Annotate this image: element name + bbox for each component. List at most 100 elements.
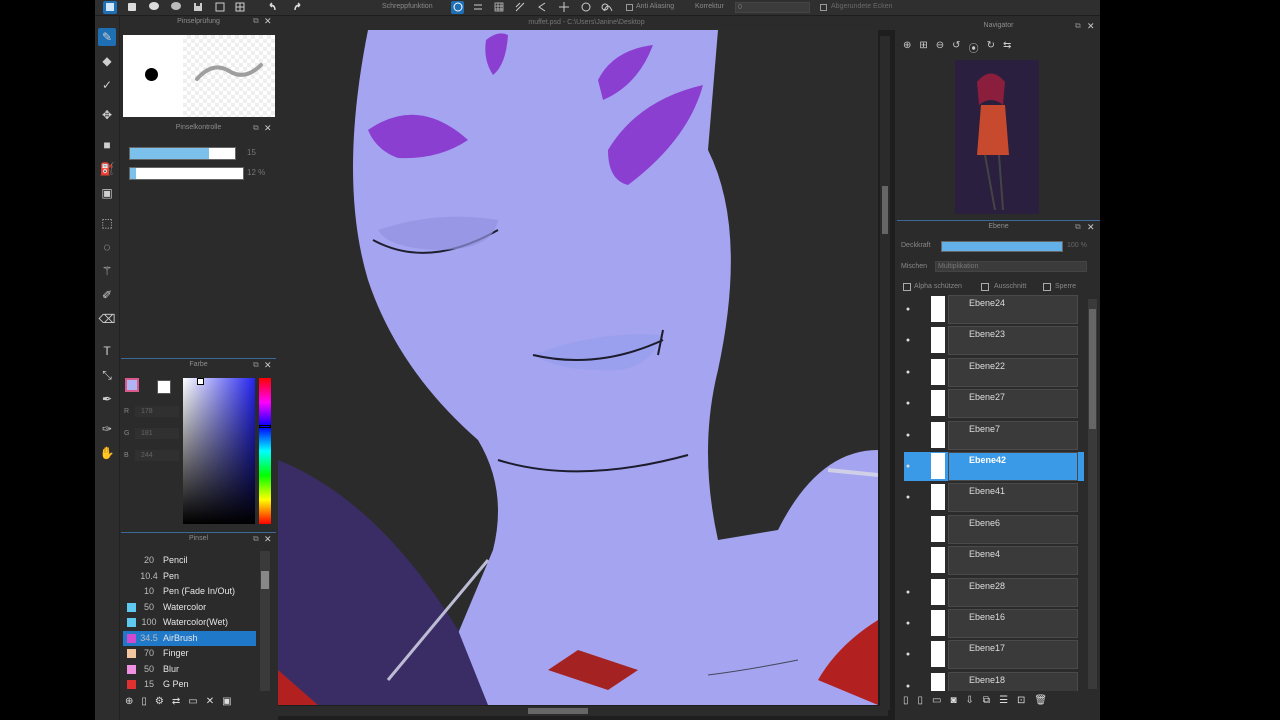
panel-expand-icon[interactable]: ⧉ [1075,222,1081,232]
hue-cursor[interactable] [259,425,271,428]
panel-expand-icon[interactable]: ⧉ [1075,21,1081,31]
protect-alpha-checkbox[interactable] [903,283,911,291]
brush-row[interactable]: 50 Blur [123,662,256,677]
zoom-fit-icon[interactable]: ⊞ [919,40,927,55]
layer-lock-icon[interactable]: ⊡ [1017,695,1025,711]
layer-row[interactable]: ● Ebene41 [904,483,1084,513]
layer-list-scrollbar-thumb[interactable] [1089,309,1096,429]
layer-opacity-slider[interactable] [941,241,1063,252]
flip-icon[interactable]: ⇆ [1003,40,1011,55]
trash-icon[interactable]: 🗑 [1034,695,1047,711]
brush-overlay-icon[interactable]: ▣ [222,696,231,712]
saturation-value-picker[interactable] [183,378,255,524]
new-file-icon[interactable] [125,1,139,14]
layer-name[interactable]: Ebene18 [948,671,1078,691]
visibility-icon[interactable]: ● [904,683,912,691]
brush-row[interactable]: 20 Pencil [123,553,256,568]
layer-name[interactable]: Ebene6 [948,514,1078,544]
brush-row[interactable]: 10.4 Pen [123,569,256,584]
rect-select-tool-icon[interactable]: ⬚ [98,214,116,232]
layer-row[interactable]: Ebene6 [904,514,1084,544]
gradient-tool-icon[interactable]: ▣ [98,184,116,202]
visibility-icon[interactable]: ● [904,651,912,659]
reset-view-icon[interactable]: ⦿ [969,40,979,55]
layer-row[interactable]: ● Ebene18 [904,671,1084,691]
r-value-field[interactable]: 178 [135,406,179,417]
lasso-tool-icon[interactable]: ◌ [98,238,116,256]
magic-wand-tool-icon[interactable]: ⚚ [98,262,116,280]
anti-alias-checkbox[interactable] [626,4,633,11]
pen-tool-icon[interactable]: ✎ [98,28,116,46]
panel-close-icon[interactable]: ✕ [264,534,272,545]
snap-cross-icon[interactable] [557,1,570,14]
snap-settings-icon[interactable] [598,1,611,14]
layer-row[interactable]: ● Ebene22 [904,357,1084,387]
brush-size-slider[interactable] [129,147,236,160]
visibility-icon[interactable] [904,557,912,565]
layer-name[interactable]: Ebene41 [948,483,1078,513]
canvas-vertical-scrollbar[interactable] [880,36,890,710]
layer-settings-icon[interactable]: ☰ [999,695,1008,711]
snap-grid-icon[interactable] [492,1,505,14]
layer-name[interactable]: Ebene23 [948,326,1078,356]
snap-radial-icon[interactable] [513,1,526,14]
snap-perspective-icon[interactable] [535,1,548,14]
add-brush-icon[interactable]: ⊕ [125,696,133,712]
visibility-icon[interactable]: ● [904,589,912,597]
canvas-horizontal-scrollbar-thumb[interactable] [528,708,588,714]
rotate-right-icon[interactable]: ↻ [987,40,995,55]
layer-list-scrollbar[interactable] [1088,299,1097,689]
layer-name[interactable]: Ebene16 [948,609,1078,638]
comment-icon[interactable] [169,1,183,14]
layer-name[interactable]: Ebene28 [948,577,1078,607]
grid-icon[interactable] [233,1,247,14]
lock-checkbox[interactable] [1043,283,1051,291]
folder-icon[interactable]: ▭ [188,696,197,712]
layer-row[interactable]: ● Ebene27 [904,389,1084,419]
visibility-icon[interactable] [904,526,912,534]
sv-cursor[interactable] [197,378,204,385]
brush-settings-icon[interactable]: ⚙ [155,696,164,712]
brush-list-scrollbar-thumb[interactable] [261,571,269,589]
clipping-checkbox[interactable] [981,283,989,291]
merge-layer-icon[interactable]: ⇩ [966,695,974,711]
panel-close-icon[interactable]: ✕ [264,16,272,27]
visibility-icon[interactable]: ● [904,400,912,408]
move-brush-icon[interactable]: ⇄ [172,696,180,712]
app-icon[interactable] [103,1,117,14]
canvas-horizontal-scrollbar[interactable] [278,706,888,716]
select-pen-tool-icon[interactable]: ✐ [98,286,116,304]
layer-name[interactable]: Ebene17 [948,640,1078,670]
new-layer-icon[interactable]: ▯ [903,695,909,711]
panel-expand-icon[interactable]: ⧉ [253,16,259,26]
panel-expand-icon[interactable]: ⧉ [253,360,259,370]
layer-row[interactable]: ● Ebene7 [904,420,1084,450]
panel-close-icon[interactable]: ✕ [1087,222,1095,233]
foreground-color-swatch[interactable] [125,378,139,392]
new-folder-icon[interactable]: ▭ [932,695,941,711]
panel-close-icon[interactable]: ✕ [264,360,272,371]
visibility-icon[interactable]: ● [904,432,912,440]
visibility-icon[interactable]: ● [904,306,912,314]
hand-tool-icon[interactable]: ✋ [98,444,116,462]
blend-mode-select[interactable]: Multiplikation [935,261,1087,272]
brush-row[interactable]: 34.5 AirBrush [123,630,256,646]
zoom-in-icon[interactable]: ⊕ [903,40,911,55]
canvas-vertical-scrollbar-thumb[interactable] [882,186,888,234]
redo-icon[interactable] [291,1,305,14]
layer-name[interactable]: Ebene7 [948,420,1078,450]
divide-tool-icon[interactable]: ⤡ [98,366,116,384]
undo-icon[interactable] [265,1,279,14]
checkmark-tool-icon[interactable]: ✓ [98,76,116,94]
canvas-viewport[interactable]: muffet.psd - C:\Users\Janine\Desktop [278,16,895,720]
layer-name[interactable]: Ebene22 [948,357,1078,387]
b-value-field[interactable]: 244 [135,450,179,461]
text-tool-icon[interactable]: T [98,342,116,360]
eyedropper-tool-icon[interactable]: ✒ [98,390,116,408]
bucket-tool-icon[interactable]: ⛽ [98,160,116,178]
new-halftone-layer-icon[interactable]: ▯ [918,695,924,711]
layer-row[interactable]: ● Ebene42 [904,452,1084,481]
snap-parallel-icon[interactable] [471,1,484,14]
layer-name[interactable]: Ebene42 [948,452,1078,481]
layer-row[interactable]: ● Ebene17 [904,640,1084,670]
